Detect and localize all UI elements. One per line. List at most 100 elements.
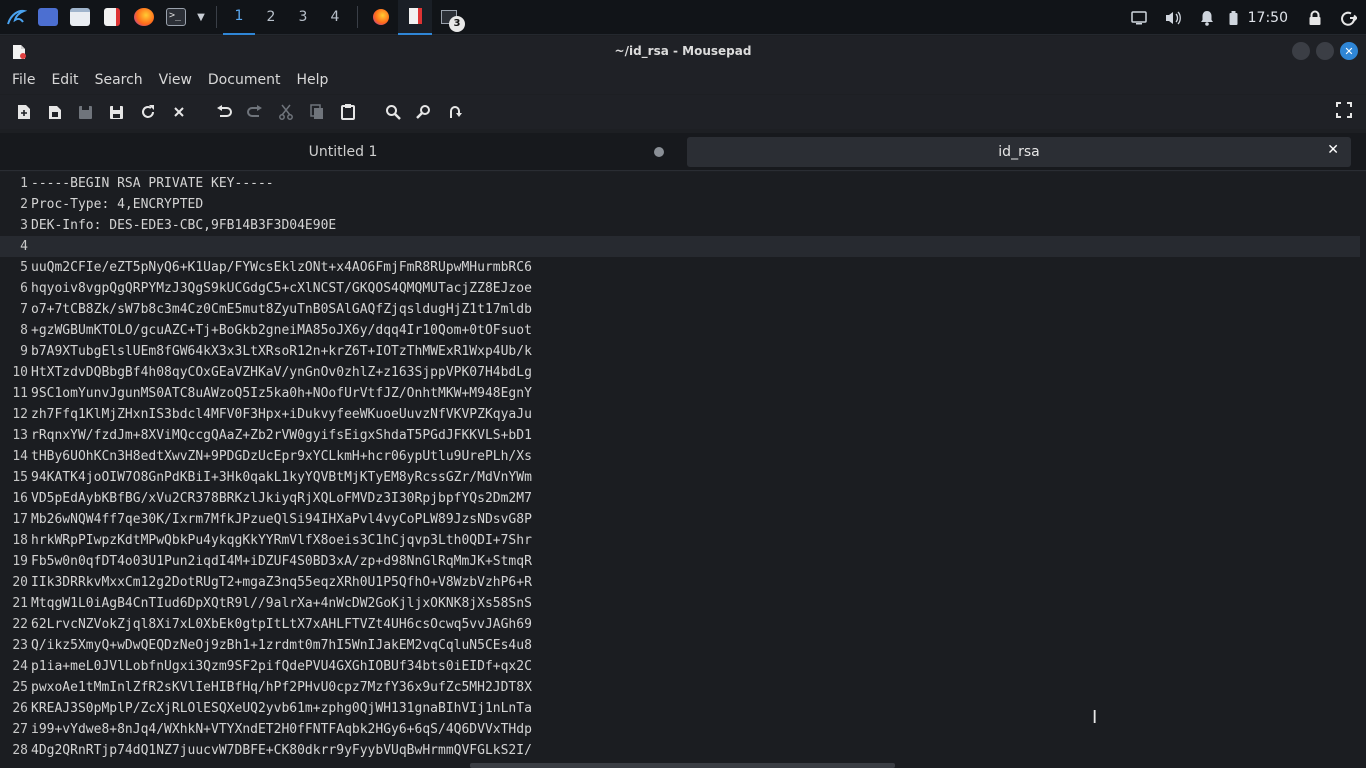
- line-text[interactable]: IIk3DRRkvMxxCm12g2DotRUgT2+mgaZ3nq55eqzX…: [28, 572, 532, 593]
- find-replace-icon[interactable]: [408, 97, 439, 127]
- line-text[interactable]: uuQm2CFIe/eZT5pNyQ6+K1Uap/FYWcsEklzONt+x…: [28, 257, 532, 278]
- menu-search[interactable]: Search: [87, 72, 151, 88]
- menu-document[interactable]: Document: [200, 72, 289, 88]
- line-text[interactable]: i99+vYdwe8+8nJq4/WXhkN+VTYXndET2H0fFNTFA…: [28, 719, 532, 740]
- window-titlebar[interactable]: ~/id_rsa - Mousepad ✕: [0, 36, 1366, 66]
- line-text[interactable]: HtXTzdvDQBbgBf4h08qyCOxGEaVZHKaV/ynGnOv0…: [28, 362, 532, 383]
- lock-screen-icon[interactable]: [1298, 0, 1332, 35]
- line-text[interactable]: Proc-Type: 4,ENCRYPTED: [28, 194, 203, 215]
- editor-line[interactable]: 26 KREAJ3S0pMplP/ZcXjRLOlESQXeUQ2yvb61m+z…: [0, 698, 1360, 719]
- line-text[interactable]: -----BEGIN RSA PRIVATE KEY-----: [28, 173, 274, 194]
- tab-untitled-1[interactable]: Untitled 1: [8, 137, 678, 167]
- menu-file[interactable]: File: [4, 72, 43, 88]
- clock[interactable]: 17:50: [1244, 10, 1298, 26]
- editor-line[interactable]: 14 tHBy6UOhKCn3H8edtXwvZN+9PDGDzUcEpr9xYC…: [0, 446, 1360, 467]
- task-terminals[interactable]: 3: [432, 0, 466, 35]
- terminal-icon[interactable]: >_: [160, 0, 192, 35]
- close-tab-icon[interactable]: ✕: [1327, 142, 1339, 158]
- firefox-icon[interactable]: [128, 0, 160, 35]
- horizontal-scrollbar[interactable]: [470, 763, 895, 768]
- line-text[interactable]: p1ia+meL0JVlLobfnUgxi3Qzm9SF2pifQdePVU4G…: [28, 656, 532, 677]
- line-text[interactable]: rRqnxYW/fzdJm+8XViMQccgQAaZ+Zb2rVW0gyifs…: [28, 425, 532, 446]
- workspace-4[interactable]: 4: [319, 0, 351, 35]
- editor-line[interactable]: 21 MtqgW1L0iAgB4CnTIud6DpXQtR9l//9alrXa+4…: [0, 593, 1360, 614]
- menu-view[interactable]: View: [151, 72, 200, 88]
- goto-line-icon[interactable]: [439, 97, 470, 127]
- editor-line[interactable]: 12 zh7Ffq1KlMjZHxnIS3bdcl4MFV0F3Hpx+iDukv…: [0, 404, 1360, 425]
- reload-icon[interactable]: [132, 97, 163, 127]
- close-window-button[interactable]: ✕: [1340, 42, 1358, 60]
- unsaved-dot-icon[interactable]: [654, 147, 664, 157]
- editor-line[interactable]: 20 IIk3DRRkvMxxCm12g2DotRUgT2+mgaZ3nq55eq…: [0, 572, 1360, 593]
- editor-line[interactable]: 28 4Dg2QRnRTjp74dQ1NZ7juucvW7DBFE+CK80dkr…: [0, 740, 1360, 761]
- redo-icon[interactable]: [239, 97, 270, 127]
- editor-line[interactable]: 22 62LrvcNZVokZjql8Xi7xL0XbEk0gtpItLtX7xA…: [0, 614, 1360, 635]
- copy-icon[interactable]: [301, 97, 332, 127]
- display-icon[interactable]: [1122, 0, 1156, 35]
- menu-help[interactable]: Help: [288, 72, 336, 88]
- paste-icon[interactable]: [332, 97, 363, 127]
- menu-edit[interactable]: Edit: [43, 72, 86, 88]
- kali-menu-icon[interactable]: [0, 0, 32, 35]
- maximize-button[interactable]: [1316, 42, 1334, 60]
- editor-line[interactable]: 16 VD5pEdAybKBfBG/xVu2CR378BRKzlJkiyqRjXQ…: [0, 488, 1360, 509]
- editor-line[interactable]: 15 94KATK4joOIW7O8GnPdKBiI+3Hk0qakL1kyYQV…: [0, 467, 1360, 488]
- line-text[interactable]: tHBy6UOhKCn3H8edtXwvZN+9PDGDzUcEpr9xYCLk…: [28, 446, 532, 467]
- show-desktop-icon[interactable]: [32, 0, 64, 35]
- line-text[interactable]: Q/ikz5XmyQ+wDwQEQDzNeOj9zBh1+1zrdmt0m7hI…: [28, 635, 532, 656]
- line-text[interactable]: hrkWRpPIwpzKdtMPwQbkPu4ykqgKkYYRmVlfX8oe…: [28, 530, 532, 551]
- editor-line[interactable]: 18 hrkWRpPIwpzKdtMPwQbkPu4ykqgKkYYRmVlfX8…: [0, 530, 1360, 551]
- editor-line[interactable]: 23 Q/ikz5XmyQ+wDwQEQDzNeOj9zBh1+1zrdmt0m7…: [0, 635, 1360, 656]
- fullscreen-icon[interactable]: [1336, 102, 1352, 122]
- line-text[interactable]: KREAJ3S0pMplP/ZcXjRLOlESQXeUQ2yvb61m+zph…: [28, 698, 532, 719]
- logout-icon[interactable]: [1332, 0, 1366, 35]
- line-text[interactable]: 62LrvcNZVokZjql8Xi7xL0XbEk0gtpItLtX7xAHL…: [28, 614, 532, 635]
- close-document-icon[interactable]: [163, 97, 194, 127]
- chevron-down-icon[interactable]: ▼: [192, 0, 210, 35]
- text-editor-icon[interactable]: [96, 0, 128, 35]
- workspace-1[interactable]: 1: [223, 0, 255, 35]
- editor-line[interactable]: 10 HtXTzdvDQBbgBf4h08qyCOxGEaVZHKaV/ynGnO…: [0, 362, 1360, 383]
- line-text[interactable]: zh7Ffq1KlMjZHxnIS3bdcl4MFV0F3Hpx+iDukvyf…: [28, 404, 532, 425]
- line-text[interactable]: DEK-Info: DES-EDE3-CBC,9FB14B3F3D04E90E: [28, 215, 336, 236]
- task-firefox[interactable]: [364, 0, 398, 35]
- tab-id-rsa[interactable]: id_rsa ✕: [687, 137, 1351, 167]
- volume-icon[interactable]: [1156, 0, 1190, 35]
- editor-line[interactable]: 1 -----BEGIN RSA PRIVATE KEY-----: [0, 173, 1360, 194]
- line-text[interactable]: b7A9XTubgElslUEm8fGW64kX3x3LtXRsoR12n+kr…: [28, 341, 532, 362]
- undo-icon[interactable]: [208, 97, 239, 127]
- line-text[interactable]: 94KATK4joOIW7O8GnPdKBiI+3Hk0qakL1kyYQVBt…: [28, 467, 532, 488]
- line-text[interactable]: 9SC1omYunvJgunMS0ATC8uAWzoQ5Iz5ka0h+NOof…: [28, 383, 532, 404]
- editor-line[interactable]: 13 rRqnxYW/fzdJm+8XViMQccgQAaZ+Zb2rVW0gyi…: [0, 425, 1360, 446]
- line-text[interactable]: hqyoiv8vgpQgQRPYMzJ3QgS9kUCGdgC5+cXlNCST…: [28, 278, 532, 299]
- line-text[interactable]: VD5pEdAybKBfBG/xVu2CR378BRKzlJkiyqRjXQLo…: [28, 488, 532, 509]
- new-document-icon[interactable]: [8, 97, 39, 127]
- editor-line[interactable]: 8 +gzWGBUmKTOLO/gcuAZC+Tj+BoGkb2gneiMA85o…: [0, 320, 1360, 341]
- editor-line[interactable]: 24 p1ia+meL0JVlLobfnUgxi3Qzm9SF2pifQdePVU…: [0, 656, 1360, 677]
- save-icon[interactable]: [70, 97, 101, 127]
- notification-bell-icon[interactable]: [1190, 0, 1224, 35]
- file-manager-icon[interactable]: [64, 0, 96, 35]
- editor-line[interactable]: 5 uuQm2CFIe/eZT5pNyQ6+K1Uap/FYWcsEklzONt+…: [0, 257, 1360, 278]
- line-text[interactable]: Mb26wNQW4ff7qe30K/Ixrm7MfkJPzueQlSi94IHX…: [28, 509, 532, 530]
- line-text[interactable]: 4Dg2QRnRTjp74dQ1NZ7juucvW7DBFE+CK80dkrr9…: [28, 740, 532, 761]
- line-text[interactable]: Fb5w0n0qfDT4o03U1Pun2iqdI4M+iDZUF4S0BD3x…: [28, 551, 532, 572]
- new-window-icon[interactable]: [39, 97, 70, 127]
- editor-line[interactable]: 17 Mb26wNQW4ff7qe30K/Ixrm7MfkJPzueQlSi94I…: [0, 509, 1360, 530]
- line-text[interactable]: +gzWGBUmKTOLO/gcuAZC+Tj+BoGkb2gneiMA85oJ…: [28, 320, 532, 341]
- editor-line[interactable]: 25 pwxoAe1tMmInlZfR2sKVlIeHIBfHq/hPf2PHvU…: [0, 677, 1360, 698]
- editor-line[interactable]: 2 Proc-Type: 4,ENCRYPTED: [0, 194, 1360, 215]
- editor-line[interactable]: 4: [0, 236, 1360, 257]
- line-text[interactable]: pwxoAe1tMmInlZfR2sKVlIeHIBfHq/hPf2PHvU0c…: [28, 677, 532, 698]
- editor-line[interactable]: 7 o7+7tCB8Zk/sW7b8c3m4Cz0CmE5mut8ZyuTnB0S…: [0, 299, 1360, 320]
- line-text[interactable]: MtqgW1L0iAgB4CnTIud6DpXQtR9l//9alrXa+4nW…: [28, 593, 532, 614]
- workspace-3[interactable]: 3: [287, 0, 319, 35]
- minimize-button[interactable]: [1292, 42, 1310, 60]
- cut-icon[interactable]: [270, 97, 301, 127]
- editor-line[interactable]: 9 b7A9XTubgElslUEm8fGW64kX3x3LtXRsoR12n+k…: [0, 341, 1360, 362]
- text-editor-area[interactable]: 1 -----BEGIN RSA PRIVATE KEY----- 2 Proc-Ty…: [0, 172, 1366, 768]
- line-text[interactable]: o7+7tCB8Zk/sW7b8c3m4Cz0CmE5mut8ZyuTnB0SA…: [28, 299, 532, 320]
- editor-line[interactable]: 6 hqyoiv8vgpQgQRPYMzJ3QgS9kUCGdgC5+cXlNCS…: [0, 278, 1360, 299]
- editor-line[interactable]: 11 9SC1omYunvJgunMS0ATC8uAWzoQ5Iz5ka0h+NO…: [0, 383, 1360, 404]
- editor-line[interactable]: 19 Fb5w0n0qfDT4o03U1Pun2iqdI4M+iDZUF4S0BD…: [0, 551, 1360, 572]
